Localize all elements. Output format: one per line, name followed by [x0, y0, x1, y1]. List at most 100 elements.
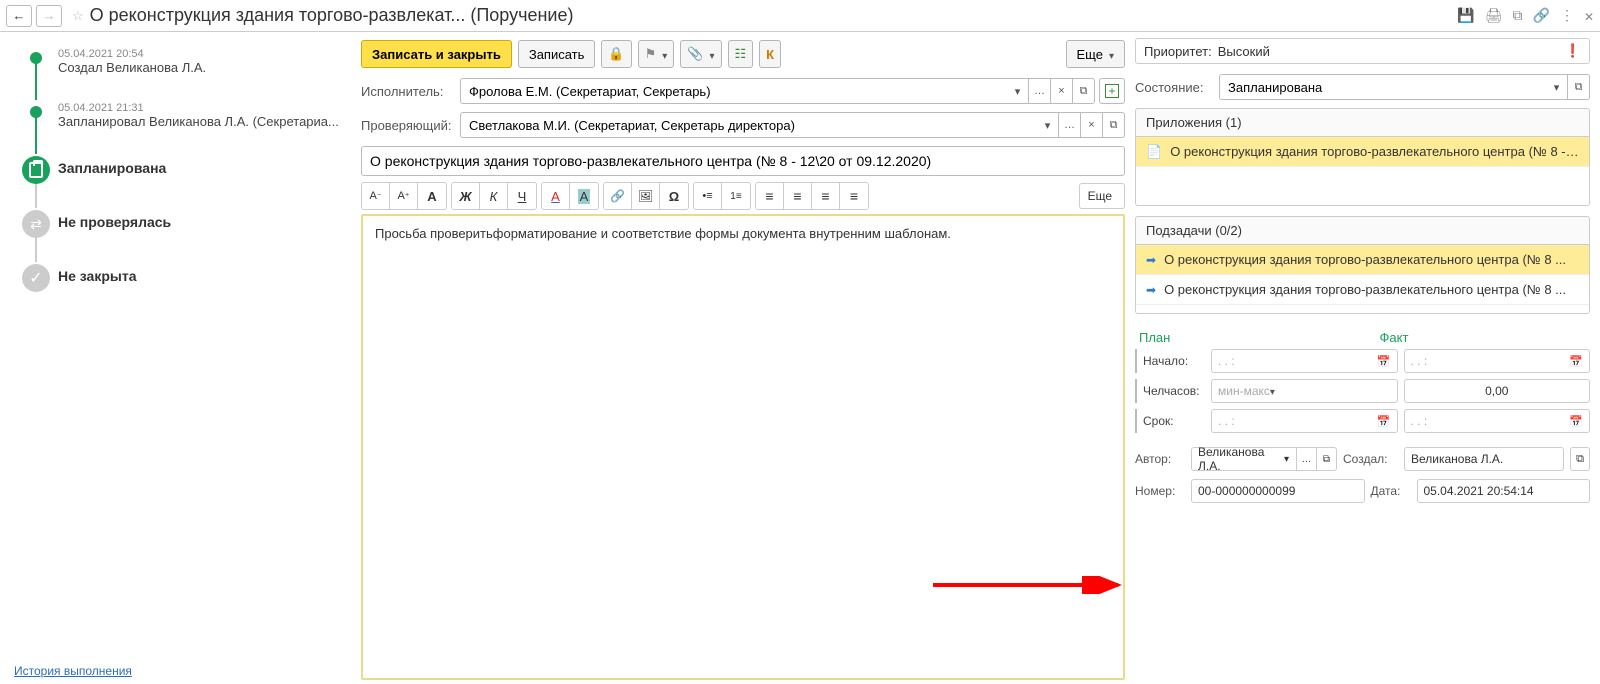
bold-button[interactable]: Ж	[452, 183, 480, 209]
clear-icon[interactable]: ×	[1081, 112, 1103, 138]
arrow-right-icon	[1146, 252, 1156, 267]
timeline-dot-icon	[30, 52, 42, 64]
open-icon[interactable]: ⧉	[1317, 447, 1337, 471]
annotation-arrow	[933, 576, 1133, 590]
plan-header: План	[1139, 330, 1350, 345]
state-combo[interactable]: ▾ ⧉	[1219, 74, 1590, 100]
window-controls	[1457, 7, 1594, 24]
calendar-icon[interactable]	[1377, 414, 1391, 428]
save-button[interactable]: Записать	[518, 40, 596, 68]
dropdown-icon[interactable]: ▾	[1277, 447, 1297, 471]
reviewer-combo[interactable]: ▾ … × ⧉	[460, 112, 1125, 138]
ellipsis-icon[interactable]: …	[1029, 78, 1051, 104]
timeline-panel: 05.04.2021 20:54 Создал Великанова Л.А. …	[0, 32, 357, 684]
subtask-item[interactable]: О реконструкция здания торгово-развлекат…	[1136, 245, 1589, 275]
add-executor-button[interactable]	[1099, 78, 1125, 104]
fact-due-input[interactable]: . . :	[1404, 409, 1591, 433]
align-left-button[interactable]	[756, 183, 784, 209]
plan-due-input[interactable]: . . :	[1211, 409, 1398, 433]
start-label: Начало:	[1135, 349, 1205, 373]
more-menu-icon[interactable]	[1560, 7, 1574, 24]
attach-button[interactable]	[680, 40, 721, 68]
open-icon[interactable]: ⧉	[1568, 74, 1590, 100]
fact-start-input[interactable]: . . :	[1404, 349, 1591, 373]
save-icon[interactable]	[1457, 7, 1474, 24]
dropdown-icon[interactable]: ▾	[1007, 78, 1029, 104]
check-icon	[22, 264, 50, 292]
editor-more-button[interactable]: Еще	[1079, 183, 1125, 209]
plan-start-input[interactable]: . . :	[1211, 349, 1398, 373]
number-label: Номер:	[1135, 484, 1185, 498]
top-bar: ← → ☆ О реконструкция здания торгово-раз…	[0, 0, 1600, 32]
subtasks-header: Подзадачи (0/2)	[1135, 216, 1590, 244]
underline-button[interactable]: Ч	[508, 183, 536, 209]
lock-button[interactable]	[601, 40, 631, 68]
date-value: 05.04.2021 20:54:14	[1417, 479, 1591, 503]
k-button[interactable]: К	[759, 40, 781, 68]
ellipsis-icon[interactable]: …	[1297, 447, 1317, 471]
align-right-button[interactable]	[812, 183, 840, 209]
executor-input[interactable]	[460, 78, 1007, 104]
insert-link-button[interactable]	[604, 183, 632, 209]
link-icon[interactable]	[1533, 7, 1550, 24]
open-icon[interactable]: ⧉	[1570, 447, 1590, 471]
editor-body[interactable]: Просьба проверитьформатирование и соотве…	[361, 214, 1125, 680]
insert-image-button[interactable]	[632, 183, 660, 209]
insert-symbol-button[interactable]	[660, 183, 688, 209]
more-button-center[interactable]: Еще	[1066, 40, 1125, 68]
close-icon[interactable]	[1584, 8, 1594, 24]
subtask-item[interactable]: О реконструкция здания торгово-развлекат…	[1136, 275, 1589, 305]
tree-button[interactable]	[728, 40, 754, 68]
number-list-button[interactable]	[722, 183, 750, 209]
attachments-list: О реконструкция здания торгово-развлекат…	[1135, 136, 1590, 206]
lock-icon	[608, 46, 624, 62]
plus-icon	[1105, 84, 1119, 98]
subject-input[interactable]	[361, 146, 1125, 176]
nav-back-button[interactable]: ←	[6, 5, 32, 27]
number-value: 00-000000000099	[1191, 479, 1365, 503]
attachment-item[interactable]: О реконструкция здания торгово-развлекат…	[1136, 137, 1589, 167]
align-justify-button[interactable]	[840, 183, 868, 209]
reviewer-input[interactable]	[460, 112, 1037, 138]
ellipsis-icon[interactable]: …	[1059, 112, 1081, 138]
priority-field[interactable]: Приоритет: Высокий	[1135, 38, 1590, 64]
bullet-list-button[interactable]	[694, 183, 722, 209]
calendar-icon[interactable]	[1377, 354, 1391, 368]
external-icon[interactable]	[1513, 7, 1523, 24]
executor-combo[interactable]: ▾ … × ⧉	[460, 78, 1095, 104]
plan-hours-input[interactable]: мин-макс	[1211, 379, 1398, 403]
font-larger-button[interactable]	[390, 183, 418, 209]
font-smaller-button[interactable]	[362, 183, 390, 209]
author-value[interactable]: Великанова Л.А.	[1191, 447, 1277, 471]
dropdown-icon[interactable]: ▾	[1037, 112, 1059, 138]
bg-color-button[interactable]: A	[570, 183, 598, 209]
executor-label: Исполнитель:	[361, 84, 456, 99]
clear-icon[interactable]: ×	[1051, 78, 1073, 104]
favorite-star-icon[interactable]: ☆	[72, 8, 84, 24]
flag-button[interactable]	[638, 40, 675, 68]
nav-forward-button: →	[36, 5, 62, 27]
state-label: Состояние:	[1135, 80, 1215, 95]
font-default-button[interactable]: A	[418, 183, 446, 209]
italic-button[interactable]: К	[480, 183, 508, 209]
created-by-value: Великанова Л.А.	[1404, 447, 1564, 471]
history-link[interactable]: История выполнения	[14, 664, 132, 678]
calendar-icon[interactable]	[1569, 414, 1583, 428]
align-center-button[interactable]	[784, 183, 812, 209]
document-icon	[1146, 144, 1162, 160]
fact-hours-input[interactable]: 0,00	[1404, 379, 1591, 403]
dropdown-icon[interactable]: ▾	[1546, 74, 1568, 100]
open-icon[interactable]: ⧉	[1103, 112, 1125, 138]
calendar-icon[interactable]	[1569, 354, 1583, 368]
save-and-close-button[interactable]: Записать и закрыть	[361, 40, 512, 68]
hours-label: Челчасов:	[1135, 379, 1205, 403]
arrow-right-icon	[1146, 282, 1156, 297]
right-panel: Приоритет: Высокий Состояние: ▾ ⧉ Прилож…	[1129, 32, 1600, 684]
open-icon[interactable]: ⧉	[1073, 78, 1095, 104]
reviewer-label: Проверяющий:	[361, 118, 456, 133]
print-icon[interactable]	[1485, 7, 1503, 24]
body-text: Просьба проверитьформатирование и соотве…	[375, 226, 951, 241]
timeline-dot-icon	[30, 106, 42, 118]
state-input[interactable]	[1219, 74, 1546, 100]
text-color-button[interactable]: A	[542, 183, 570, 209]
